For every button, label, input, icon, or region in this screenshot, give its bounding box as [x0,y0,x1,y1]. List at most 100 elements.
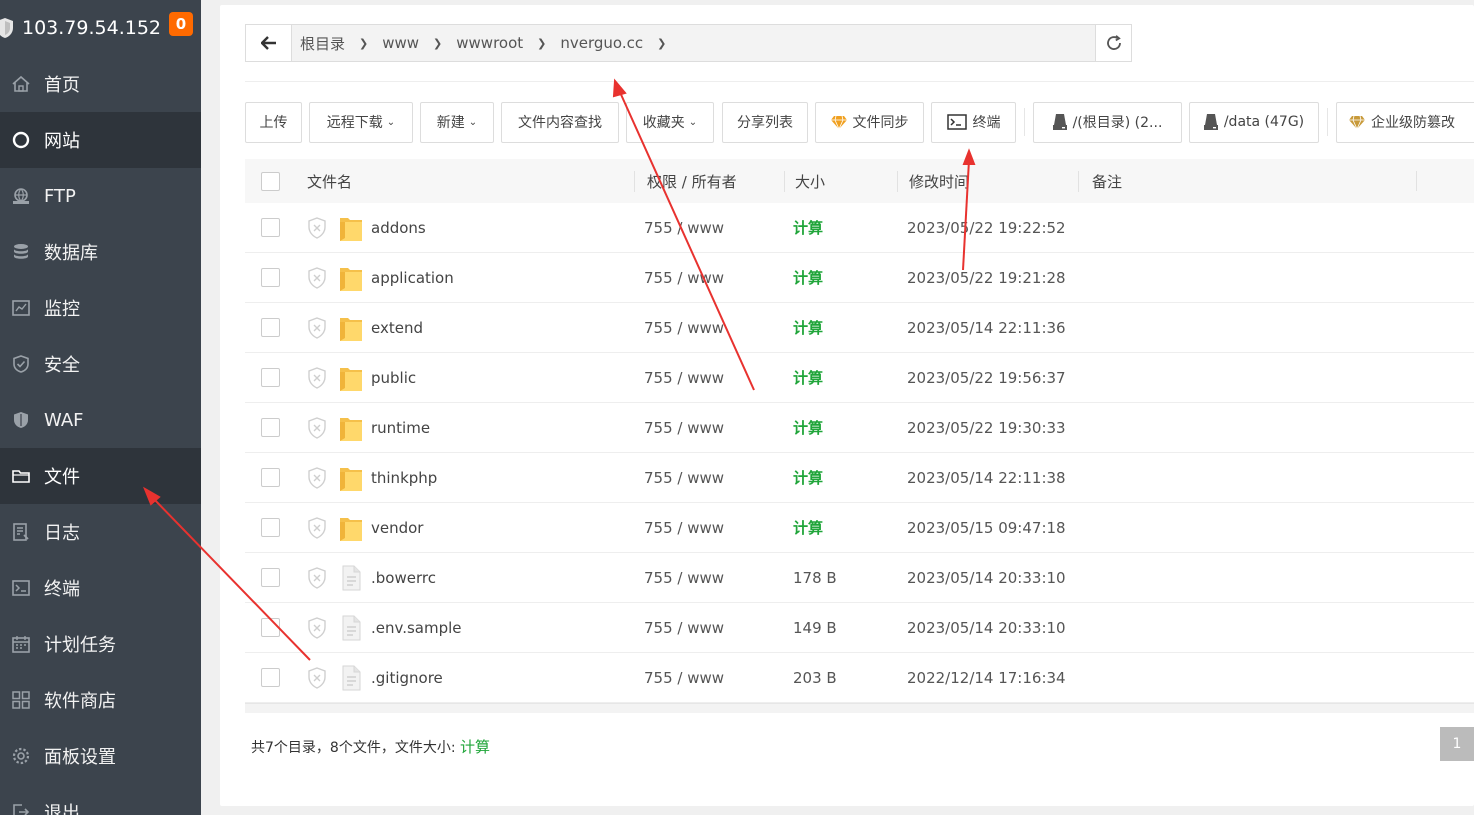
row-checkbox[interactable] [261,218,280,237]
header-name[interactable]: 文件名 [307,171,634,192]
table-row[interactable]: .gitignore 755 / www 203 B 2022/12/14 17:16… [245,653,1474,703]
protection-shield-icon[interactable] [307,516,327,539]
protection-shield-icon[interactable] [307,466,327,489]
row-checkbox[interactable] [261,468,280,487]
protection-shield-icon[interactable] [307,566,327,589]
table-row[interactable]: runtime 755 / www 计算 2023/05/22 19:30:33 [245,403,1474,453]
notification-badge[interactable]: 0 [169,12,193,36]
disk-data-button[interactable]: /data (47G) [1189,101,1319,143]
upload-button[interactable]: 上传 [245,101,302,143]
perm-cell[interactable]: 755 / www [634,519,784,537]
size-cell[interactable]: 计算 [784,217,897,238]
file-name[interactable]: .bowerrc [371,569,436,587]
select-all-checkbox[interactable] [261,171,280,191]
perm-cell[interactable]: 755 / www [634,319,784,337]
perm-cell[interactable]: 755 / www [634,369,784,387]
toolbar-divider [1024,108,1025,136]
protection-shield-icon[interactable] [307,316,327,339]
sidebar-item-1[interactable]: 网站 [0,112,201,168]
breadcrumb-item[interactable]: nverguo.cc [560,34,643,52]
size-cell[interactable]: 计算 [784,417,897,438]
table-row[interactable]: thinkphp 755 / www 计算 2023/05/14 22:11:38 [245,453,1474,503]
row-checkbox[interactable] [261,668,280,687]
file-sync-button[interactable]: 文件同步 [815,101,924,143]
terminal-button[interactable]: 终端 [931,101,1016,143]
sidebar-item-0[interactable]: 首页 [0,56,201,112]
file-name[interactable]: application [371,269,454,287]
perm-cell[interactable]: 755 / www [634,269,784,287]
file-name[interactable]: vendor [371,519,423,537]
new-button[interactable]: 新建 ⌄ [420,101,494,143]
sidebar-item-6[interactable]: WAF [0,392,201,448]
breadcrumb-item[interactable]: 根目录 [300,33,345,54]
table-row[interactable]: application 755 / www 计算 2023/05/22 19:21:2… [245,253,1474,303]
perm-cell[interactable]: 755 / www [634,669,784,687]
protection-shield-icon[interactable] [307,366,327,389]
protection-shield-icon[interactable] [307,216,327,239]
page-number[interactable]: 1 [1440,727,1474,761]
row-checkbox[interactable] [261,568,280,587]
row-checkbox[interactable] [261,618,280,637]
table-row[interactable]: public 755 / www 计算 2023/05/22 19:56:37 [245,353,1474,403]
perm-cell[interactable]: 755 / www [634,469,784,487]
file-name[interactable]: .env.sample [371,619,462,637]
table-row[interactable]: extend 755 / www 计算 2023/05/14 22:11:36 [245,303,1474,353]
sidebar-item-8[interactable]: 日志 [0,504,201,560]
row-checkbox[interactable] [261,518,280,537]
protection-shield-icon[interactable] [307,416,327,439]
sidebar-item-9[interactable]: 终端 [0,560,201,616]
file-name[interactable]: thinkphp [371,469,437,487]
table-row[interactable]: vendor 755 / www 计算 2023/05/15 09:47:18 [245,503,1474,553]
favorites-button[interactable]: 收藏夹 ⌄ [626,101,714,143]
sidebar-item-5[interactable]: 安全 [0,336,201,392]
row-checkbox[interactable] [261,268,280,287]
header-perm[interactable]: 权限 / 所有者 [634,170,784,192]
file-name[interactable]: runtime [371,419,430,437]
file-name[interactable]: public [371,369,416,387]
chevron-right-icon[interactable]: ❯ [657,37,666,50]
protection-shield-icon[interactable] [307,666,327,689]
row-checkbox[interactable] [261,368,280,387]
sidebar-item-12[interactable]: 面板设置 [0,728,201,784]
sidebar-item-11[interactable]: 软件商店 [0,672,201,728]
refresh-button[interactable] [1095,25,1131,61]
breadcrumb-bar: 根目录 ❯ www ❯ wwwroot ❯ nverguo.cc ❯ [245,24,1132,62]
breadcrumb-item[interactable]: wwwroot [456,34,523,52]
sidebar-item-13[interactable]: 退出 [0,784,201,815]
tamper-protection-button[interactable]: 企业级防篡改 [1336,101,1474,143]
file-name[interactable]: .gitignore [371,669,443,687]
protection-shield-icon[interactable] [307,266,327,289]
size-cell[interactable]: 计算 [784,367,897,388]
table-row[interactable]: .bowerrc 755 / www 178 B 2023/05/14 20:33:1… [245,553,1474,603]
back-button[interactable] [246,25,292,61]
table-row[interactable]: addons 755 / www 计算 2023/05/22 19:22:52 [245,203,1474,253]
calc-total-size-link[interactable]: 计算 [460,738,490,756]
remote-download-button[interactable]: 远程下载 ⌄ [309,101,413,143]
row-checkbox[interactable] [261,418,280,437]
file-name[interactable]: extend [371,319,423,337]
protection-shield-icon[interactable] [307,616,327,639]
perm-cell[interactable]: 755 / www [634,419,784,437]
sidebar-item-4[interactable]: 监控 [0,280,201,336]
perm-cell[interactable]: 755 / www [634,219,784,237]
row-checkbox[interactable] [261,318,280,337]
perm-cell[interactable]: 755 / www [634,619,784,637]
sidebar-item-7[interactable]: 文件 [0,448,201,504]
disk-root-button[interactable]: /(根目录) (2... [1033,101,1182,143]
header-mtime[interactable]: 修改时间 [897,170,1078,192]
file-name[interactable]: addons [371,219,426,237]
sidebar-item-10[interactable]: 计划任务 [0,616,201,672]
size-cell[interactable]: 计算 [784,267,897,288]
header-size[interactable]: 大小 [784,170,897,192]
size-cell[interactable]: 计算 [784,467,897,488]
size-cell[interactable]: 计算 [784,517,897,538]
breadcrumb-item[interactable]: www [382,34,419,52]
table-scrollbar[interactable] [245,703,1474,713]
sidebar-item-3[interactable]: 数据库 [0,224,201,280]
sidebar-item-2[interactable]: FTP [0,168,201,224]
content-search-button[interactable]: 文件内容查找 [501,101,619,143]
share-list-button[interactable]: 分享列表 [722,101,808,143]
size-cell[interactable]: 计算 [784,317,897,338]
table-row[interactable]: .env.sample 755 / www 149 B 2023/05/14 20:3… [245,603,1474,653]
perm-cell[interactable]: 755 / www [634,569,784,587]
